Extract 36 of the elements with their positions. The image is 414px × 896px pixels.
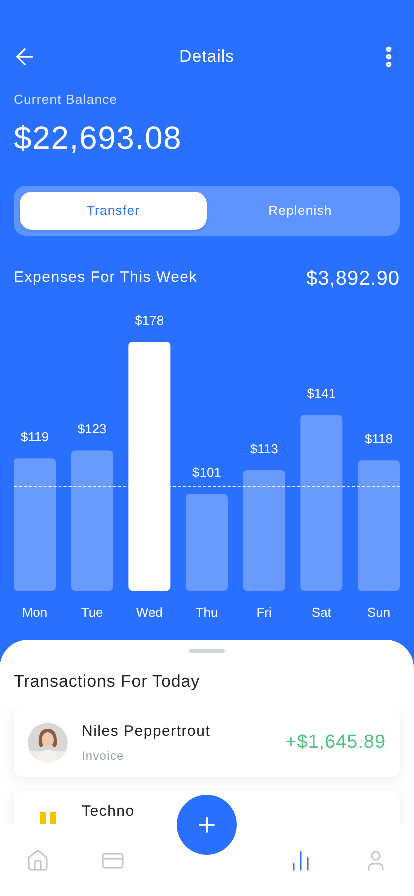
- tab[interactable]: Replenish: [207, 192, 394, 230]
- value-label: $178: [135, 312, 164, 328]
- value-label: $141: [307, 386, 336, 401]
- value-label: $118: [365, 431, 393, 446]
- day-label: Wed: [136, 604, 163, 620]
- bar[interactable]: [358, 460, 400, 590]
- weekly-total: $3,892.90: [306, 266, 400, 292]
- day-label: Thu: [196, 604, 218, 620]
- day-label: Fri: [256, 604, 272, 620]
- home-icon[interactable]: [26, 849, 50, 873]
- day-label: Sat: [312, 604, 332, 620]
- payee-name: Niles Peppertrout: [82, 722, 212, 742]
- bar[interactable]: [186, 494, 228, 590]
- balance-label: Current Balance: [14, 91, 118, 109]
- value-label: $101: [192, 464, 222, 480]
- payment-type: Invoice: [82, 748, 126, 766]
- drag-handle[interactable]: [189, 649, 225, 653]
- bar[interactable]: [71, 450, 114, 590]
- balance-amount: $22,693.08: [14, 118, 182, 158]
- bar[interactable]: [14, 458, 56, 590]
- day-label: Sun: [367, 604, 391, 620]
- value-label: $123: [78, 421, 107, 436]
- page-title: Details: [180, 46, 234, 68]
- bar[interactable]: [300, 414, 343, 590]
- value-label: $119: [21, 429, 49, 444]
- transaction-amount: +$1,645.89: [286, 730, 386, 755]
- day-label: Mon: [22, 604, 48, 620]
- chart-title: Expenses For This Week: [14, 268, 198, 288]
- bar[interactable]: [243, 470, 286, 590]
- bar[interactable]: [128, 342, 171, 590]
- payee-name: Techno: [82, 802, 136, 822]
- value-label: $113: [250, 440, 278, 456]
- day-label: Tue: [81, 604, 104, 620]
- tab[interactable]: Transfer: [20, 192, 207, 230]
- section-title: Transactions For Today: [14, 672, 200, 691]
- transaction-card[interactable]: Niles Peppertrout Invoice +$1,645.89: [14, 709, 400, 777]
